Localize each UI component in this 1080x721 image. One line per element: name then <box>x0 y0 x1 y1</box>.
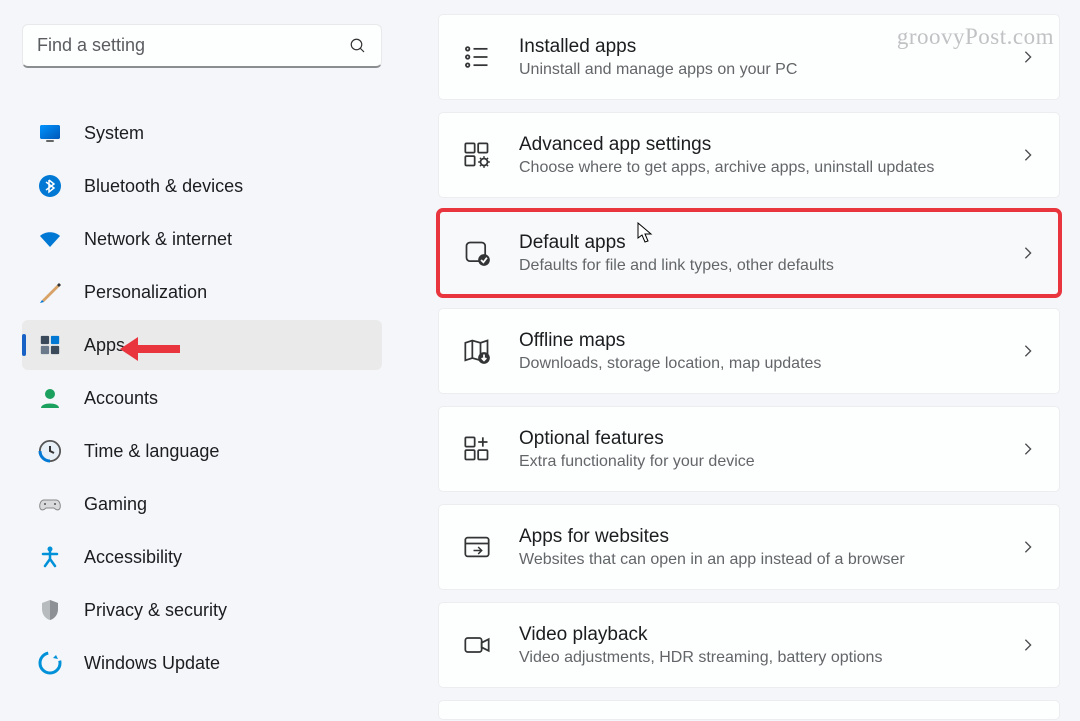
shield-icon <box>38 598 62 622</box>
sidebar-item-accounts[interactable]: Accounts <box>22 373 382 423</box>
gamepad-icon <box>38 492 62 516</box>
card-advanced-app-settings[interactable]: Advanced app settings Choose where to ge… <box>438 112 1060 198</box>
sidebar: System Bluetooth & devices Network & int… <box>0 0 400 721</box>
map-download-icon <box>463 337 491 365</box>
card-title: Video playback <box>519 624 1021 646</box>
card-subtitle: Uninstall and manage apps on your PC <box>519 61 1021 79</box>
card-installed-apps[interactable]: Installed apps Uninstall and manage apps… <box>438 14 1060 100</box>
apps-icon <box>38 333 62 357</box>
update-icon <box>38 651 62 675</box>
sidebar-item-time[interactable]: Time & language <box>22 426 382 476</box>
card-subtitle: Extra functionality for your device <box>519 453 1021 471</box>
list-icon <box>463 43 491 71</box>
chevron-right-icon <box>1021 344 1035 358</box>
sidebar-item-label: Windows Update <box>84 653 220 674</box>
chevron-right-icon <box>1021 50 1035 64</box>
window-link-icon <box>463 533 491 561</box>
card-subtitle: Video adjustments, HDR streaming, batter… <box>519 649 1021 667</box>
sidebar-item-label: Personalization <box>84 282 207 303</box>
card-partial-next[interactable] <box>438 700 1060 720</box>
sidebar-item-privacy[interactable]: Privacy & security <box>22 585 382 635</box>
card-title: Optional features <box>519 428 1021 450</box>
card-title: Offline maps <box>519 330 1021 352</box>
apps-settings-list: Installed apps Uninstall and manage apps… <box>400 0 1080 721</box>
card-title: Installed apps <box>519 36 1021 58</box>
search-box[interactable] <box>22 24 382 68</box>
card-default-apps[interactable]: Default apps Defaults for file and link … <box>438 210 1060 296</box>
sidebar-item-bluetooth[interactable]: Bluetooth & devices <box>22 161 382 211</box>
card-subtitle: Choose where to get apps, archive apps, … <box>519 159 1021 177</box>
card-optional-features[interactable]: Optional features Extra functionality fo… <box>438 406 1060 492</box>
sidebar-item-personalization[interactable]: Personalization <box>22 267 382 317</box>
card-subtitle: Downloads, storage location, map updates <box>519 355 1021 373</box>
chevron-right-icon <box>1021 442 1035 456</box>
accessibility-icon <box>38 545 62 569</box>
wifi-icon <box>38 227 62 251</box>
sidebar-item-label: Time & language <box>84 441 219 462</box>
search-input[interactable] <box>37 35 349 56</box>
paintbrush-icon <box>38 280 62 304</box>
sidebar-item-label: Network & internet <box>84 229 232 250</box>
card-title: Default apps <box>519 232 1021 254</box>
sidebar-item-windows-update[interactable]: Windows Update <box>22 638 382 688</box>
card-subtitle: Defaults for file and link types, other … <box>519 257 1021 275</box>
card-subtitle: Websites that can open in an app instead… <box>519 551 1021 569</box>
card-apps-for-websites[interactable]: Apps for websites Websites that can open… <box>438 504 1060 590</box>
person-icon <box>38 386 62 410</box>
chevron-right-icon <box>1021 148 1035 162</box>
video-icon <box>463 631 491 659</box>
search-icon <box>349 37 367 55</box>
bluetooth-icon <box>38 174 62 198</box>
sidebar-item-label: Bluetooth & devices <box>84 176 243 197</box>
sidebar-item-label: Gaming <box>84 494 147 515</box>
sidebar-item-label: Privacy & security <box>84 600 227 621</box>
sidebar-item-label: Accounts <box>84 388 158 409</box>
sidebar-item-label: Apps <box>84 335 125 356</box>
grid-plus-icon <box>463 435 491 463</box>
default-apps-icon <box>463 239 491 267</box>
sidebar-item-label: Accessibility <box>84 547 182 568</box>
grid-gear-icon <box>463 141 491 169</box>
sidebar-item-system[interactable]: System <box>22 108 382 158</box>
card-title: Apps for websites <box>519 526 1021 548</box>
sidebar-item-network[interactable]: Network & internet <box>22 214 382 264</box>
sidebar-item-gaming[interactable]: Gaming <box>22 479 382 529</box>
chevron-right-icon <box>1021 638 1035 652</box>
sidebar-nav: System Bluetooth & devices Network & int… <box>22 108 382 691</box>
card-title: Advanced app settings <box>519 134 1021 156</box>
system-icon <box>38 121 62 145</box>
chevron-right-icon <box>1021 540 1035 554</box>
sidebar-item-label: System <box>84 123 144 144</box>
chevron-right-icon <box>1021 246 1035 260</box>
clock-icon <box>38 439 62 463</box>
sidebar-item-accessibility[interactable]: Accessibility <box>22 532 382 582</box>
card-video-playback[interactable]: Video playback Video adjustments, HDR st… <box>438 602 1060 688</box>
card-offline-maps[interactable]: Offline maps Downloads, storage location… <box>438 308 1060 394</box>
sidebar-item-apps[interactable]: Apps <box>22 320 382 370</box>
